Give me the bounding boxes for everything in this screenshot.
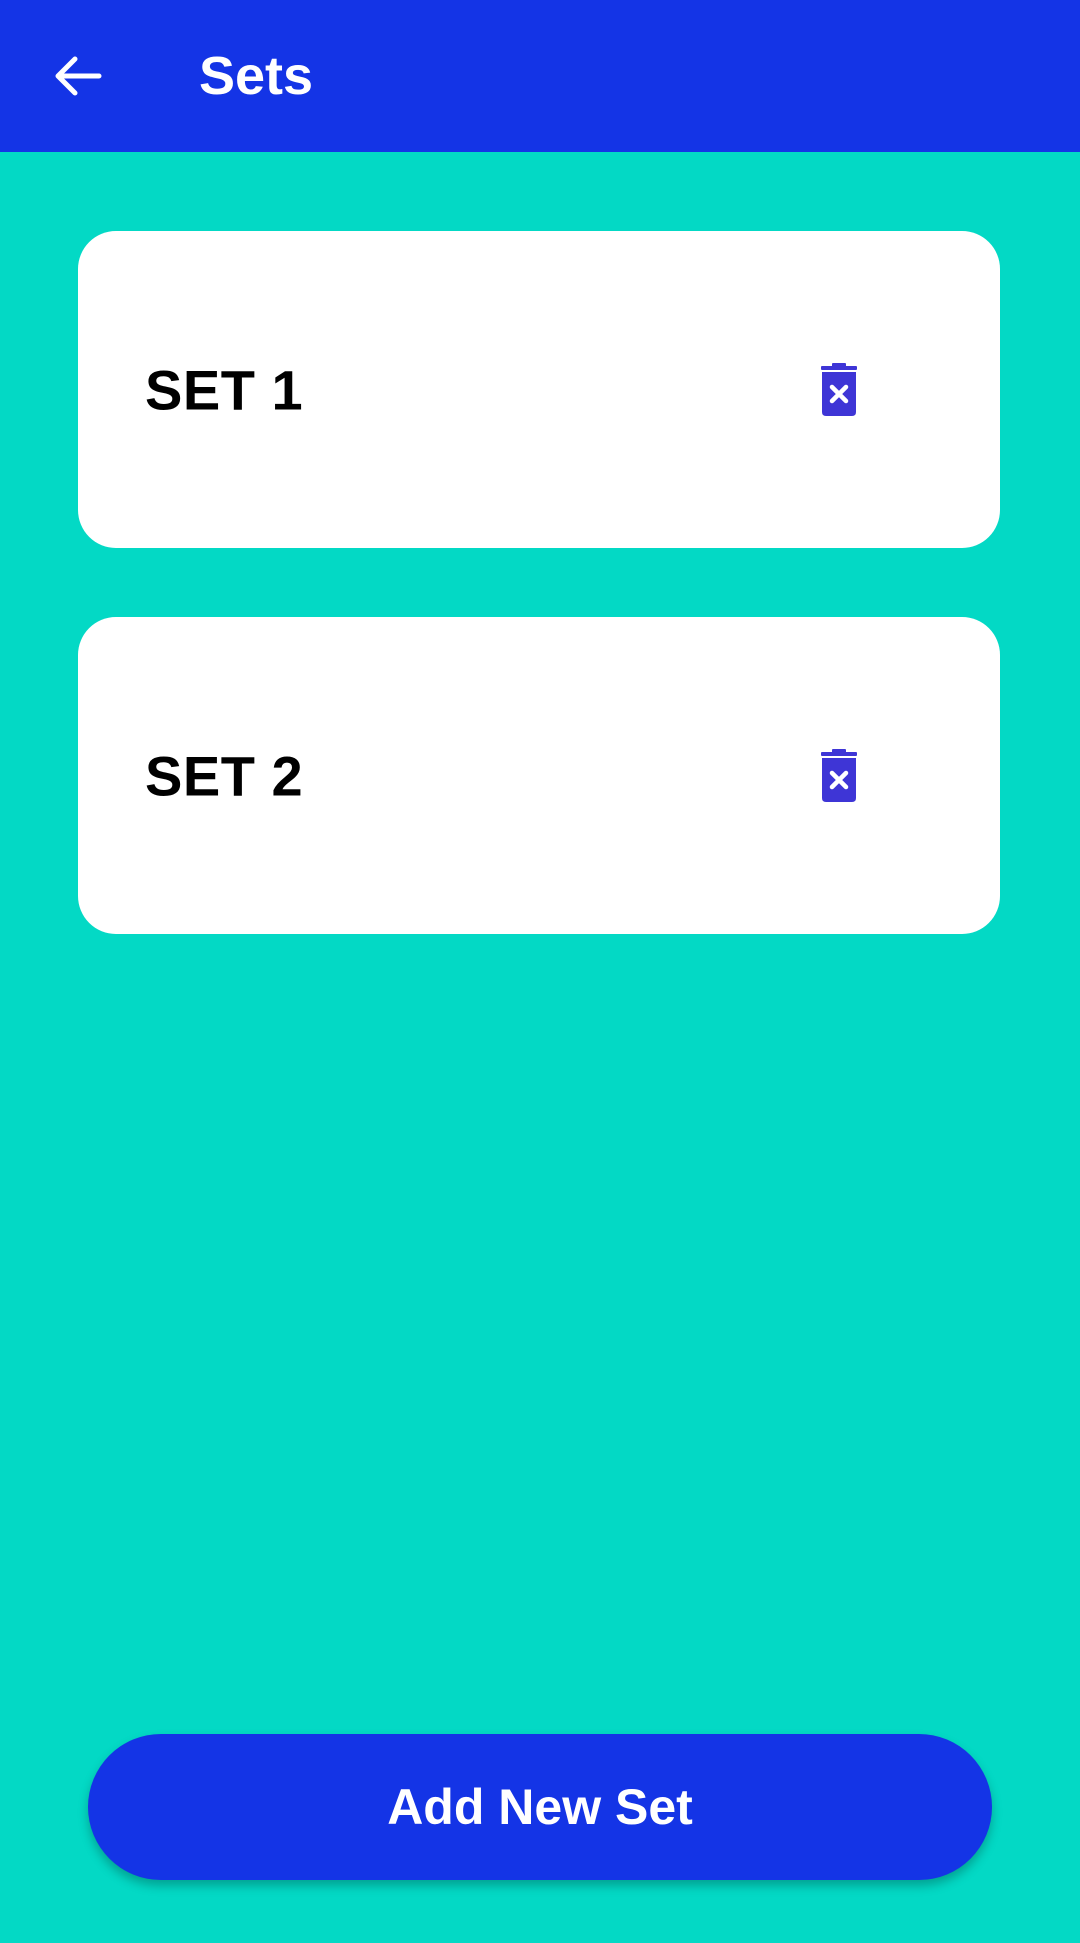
back-button[interactable] — [40, 36, 116, 116]
add-new-set-button[interactable]: Add New Set — [88, 1734, 992, 1880]
set-label: SET 1 — [145, 358, 304, 421]
set-card[interactable]: SET 1 — [78, 231, 1000, 548]
page-title: Sets — [199, 46, 314, 106]
app-bar: Sets — [0, 0, 1080, 152]
delete-set-button[interactable] — [809, 355, 869, 425]
add-button-label: Add New Set — [387, 1779, 693, 1835]
delete-set-button[interactable] — [809, 741, 869, 811]
set-label: SET 2 — [145, 744, 304, 807]
trash-x-icon — [821, 362, 857, 416]
trash-x-icon — [821, 748, 857, 802]
arrow-left-icon — [55, 56, 102, 96]
set-card[interactable]: SET 2 — [78, 617, 1000, 934]
